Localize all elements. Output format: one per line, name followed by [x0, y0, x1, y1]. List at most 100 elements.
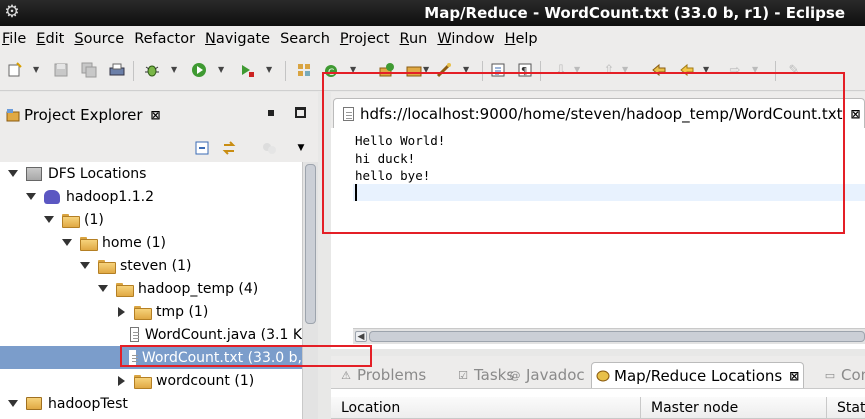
tab-label: Conso [841, 366, 865, 384]
tree-item[interactable]: DFS Locations [0, 162, 302, 185]
minimize-icon[interactable] [268, 110, 274, 116]
expanded-twistie-icon[interactable] [44, 215, 54, 225]
new-dropdown-icon[interactable]: ▼ [33, 65, 39, 74]
expanded-twistie-icon[interactable] [80, 261, 90, 271]
tree-item[interactable]: steven (1) [0, 254, 302, 277]
expanded-twistie-icon[interactable] [62, 238, 72, 248]
link-with-editor-icon[interactable] [220, 139, 238, 157]
new-class-icon[interactable]: C [322, 61, 340, 79]
external-tools-dropdown-icon[interactable]: ▼ [266, 65, 272, 74]
open-folder-icon[interactable] [405, 61, 423, 79]
expanded-twistie-icon[interactable] [98, 284, 108, 294]
new-class-dropdown-icon[interactable]: ▼ [350, 65, 356, 74]
project-explorer-tab[interactable]: Project Explorer ⊠ [0, 100, 161, 130]
column-master-node[interactable]: Master node [641, 397, 827, 419]
column-location[interactable]: Location [331, 397, 641, 419]
expanded-twistie-icon[interactable] [8, 399, 18, 409]
pin-editor-icon[interactable]: ✎ [785, 61, 803, 79]
expanded-twistie-icon[interactable] [26, 192, 36, 202]
run-icon[interactable] [190, 61, 208, 79]
tab-conso[interactable]: ▭ Conso [823, 362, 865, 388]
tasks-icon: ☑ [458, 368, 468, 382]
forward-icon[interactable]: ⇨ [726, 61, 744, 79]
debug-icon[interactable] [143, 61, 161, 79]
save-icon[interactable] [52, 61, 70, 79]
previous-annotation-dropdown-icon[interactable]: ▼ [622, 65, 628, 74]
maximize-icon[interactable] [295, 107, 306, 118]
filter-icon[interactable] [260, 139, 278, 157]
menu-search[interactable]: Search [277, 31, 337, 47]
run-dropdown-icon[interactable]: ▼ [218, 65, 224, 74]
menu-label: roject [348, 30, 390, 47]
wand-dropdown-icon[interactable]: ▼ [463, 65, 469, 74]
new-icon[interactable] [6, 61, 24, 79]
tab-problems[interactable]: ⚠ Problems [339, 362, 426, 388]
menu-file[interactable]: File [0, 31, 33, 47]
back-dropdown-icon[interactable]: ▼ [703, 65, 709, 74]
tree-item[interactable]: home (1) [0, 231, 302, 254]
close-icon[interactable]: ⊠ [850, 107, 860, 121]
main-toolbar: ▼ ▼ ▼ ▼ C ▼ ▼ ▼ ¶ ⇩ ▼ ⇧ ▼ ▼ ⇨ ▼ ✎ [0, 51, 865, 91]
wand-icon[interactable] [435, 61, 453, 79]
menu-run[interactable]: Run [397, 31, 435, 47]
tree-item[interactable]: hadoop_temp (4) [0, 277, 302, 300]
tab-tasks[interactable]: ☑ Tasks [456, 362, 514, 388]
menu-navigate[interactable]: Navigate [202, 31, 277, 47]
tree-item[interactable]: tmp (1) [0, 300, 302, 323]
problems-icon: ⚠ [341, 368, 351, 382]
expanded-twistie-icon[interactable] [8, 169, 18, 179]
tree-item[interactable]: hadoopTest [0, 392, 302, 415]
tab-map-reduce-locations[interactable]: Map/Reduce Locations ⊠ [591, 362, 805, 388]
editor-content[interactable]: Hello World! hi duck! hello bye! [355, 132, 445, 185]
external-tools-icon[interactable] [238, 61, 256, 79]
collapsed-twistie-icon[interactable] [116, 306, 126, 317]
collapse-all-icon[interactable] [193, 139, 211, 157]
new-java-project-icon[interactable] [295, 61, 313, 79]
next-annotation-dropdown-icon[interactable]: ▼ [574, 65, 580, 74]
column-state[interactable]: State [827, 397, 865, 419]
menu-window[interactable]: Window [434, 31, 501, 47]
close-icon[interactable]: ⊠ [151, 108, 161, 122]
svg-text:C: C [328, 68, 334, 78]
collapsed-twistie-icon[interactable] [116, 375, 126, 386]
menu-project[interactable]: Project [337, 31, 397, 47]
back-icon[interactable] [678, 61, 696, 79]
toggle-mark-icon[interactable] [489, 61, 507, 79]
menu-edit[interactable]: Edit [33, 31, 71, 47]
tree-item[interactable]: WordCount.java (3.1 K [0, 323, 302, 346]
tree-scroll-thumb[interactable] [305, 164, 316, 324]
tree-vertical-scrollbar[interactable] [302, 162, 318, 419]
close-icon[interactable]: ⊠ [789, 369, 799, 383]
open-folder-dropdown-icon[interactable]: ▼ [423, 65, 429, 74]
menu-refactor[interactable]: Refactor [131, 31, 202, 47]
forward-dropdown-icon[interactable]: ▼ [752, 65, 758, 74]
open-type-icon[interactable] [378, 61, 396, 79]
editor-horizontal-scrollbar[interactable]: ◀ [353, 328, 865, 344]
folder-icon [134, 374, 152, 389]
previous-annotation-icon[interactable]: ⇧ [600, 61, 618, 79]
menu-label: dit [45, 30, 65, 47]
menu-help[interactable]: Help [502, 31, 545, 47]
debug-dropdown-icon[interactable]: ▼ [171, 65, 177, 74]
tab-label: Problems [357, 366, 427, 384]
editor-scroll-thumb[interactable] [369, 331, 865, 342]
tab-javadoc[interactable]: @ Javadoc [508, 362, 585, 388]
folder-icon [80, 236, 98, 251]
menu-label: ource [83, 30, 125, 47]
scroll-left-icon[interactable]: ◀ [355, 331, 367, 342]
view-menu-icon[interactable]: ▼ [292, 139, 310, 157]
save-all-icon[interactable] [80, 61, 98, 79]
next-annotation-icon[interactable]: ⇩ [552, 61, 570, 79]
elephant-icon [44, 189, 60, 204]
show-whitespace-icon[interactable]: ¶ [516, 61, 534, 79]
print-icon[interactable] [108, 61, 126, 79]
tree-item[interactable]: WordCount.txt (33.0 b, [0, 346, 302, 369]
tree-item[interactable]: (1) [0, 208, 302, 231]
editor-tab[interactable]: hdfs://localhost:9000/home/steven/hadoop… [333, 98, 865, 128]
tree-item[interactable]: hadoop1.1.2 [0, 185, 302, 208]
menu-source[interactable]: Source [71, 31, 131, 47]
eclipse-gear-icon[interactable]: ⚙ [2, 2, 22, 22]
file-icon [128, 350, 138, 365]
tree-item[interactable]: wordcount (1) [0, 369, 302, 392]
last-edit-location-icon[interactable] [650, 61, 668, 79]
